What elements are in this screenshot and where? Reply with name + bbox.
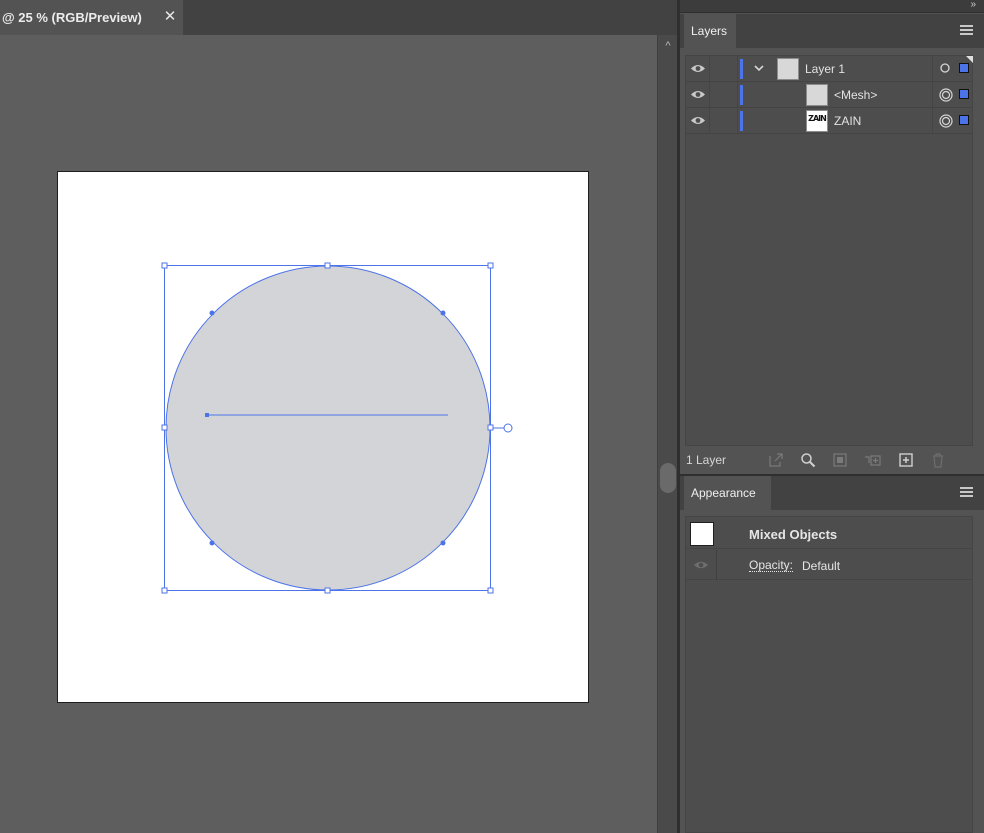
layers-footer: 1 Layer: [680, 446, 984, 474]
appearance-object-row[interactable]: Mixed Objects: [686, 517, 972, 549]
document-tab-bar: @ 25 % (RGB/Preview) ✕: [0, 0, 677, 35]
layer-thumbnail: [777, 58, 799, 80]
new-layer-icon[interactable]: [897, 451, 915, 469]
mesh-thumbnail: [806, 84, 828, 106]
visibility-toggle[interactable]: [686, 108, 710, 133]
delete-icon[interactable]: [929, 451, 947, 469]
new-sublayer-icon[interactable]: [863, 451, 881, 469]
bbox-handle-bottom-right: [487, 587, 494, 594]
appearance-panel-menu-icon[interactable]: [960, 487, 973, 498]
shape-widget-handle: [503, 423, 513, 433]
layer-row-layer-1[interactable]: Layer 1: [686, 56, 973, 82]
layers-list: Layer 1 <Mesh> ZAIN ZAIN: [685, 55, 973, 446]
artwork[interactable]: [58, 172, 588, 702]
chevron-down-icon[interactable]: [752, 61, 766, 75]
layer-color-indicator: [740, 59, 743, 79]
appearance-opacity-row[interactable]: Opacity: Default: [686, 550, 972, 580]
anchor-point: [440, 540, 446, 546]
anchor-point: [209, 310, 215, 316]
bbox-handle-top-center: [324, 262, 331, 269]
lock-toggle[interactable]: [710, 108, 738, 133]
current-layer-indicator: [966, 56, 973, 63]
opacity-value: Default: [802, 559, 841, 573]
target-double-circle-icon[interactable]: [939, 88, 953, 102]
vertical-scrollbar[interactable]: ^: [657, 35, 677, 833]
bbox-handle-middle-right: [487, 424, 494, 431]
target-cell: [932, 108, 972, 133]
scroll-thumb[interactable]: [660, 463, 676, 493]
dock-collapse-bar[interactable]: »: [680, 0, 984, 13]
layer-color-indicator: [740, 85, 743, 105]
visibility-toggle[interactable]: [686, 82, 710, 107]
layers-panel-header: Layers: [680, 14, 984, 48]
tab-layers[interactable]: Layers: [684, 14, 736, 48]
make-clipping-mask-icon[interactable]: [831, 451, 849, 469]
bbox-handle-middle-left: [161, 424, 168, 431]
layer-row-mesh[interactable]: <Mesh>: [686, 82, 972, 108]
selection-indicator[interactable]: [959, 89, 969, 99]
layer-row-zain[interactable]: ZAIN ZAIN: [686, 108, 972, 134]
layers-panel-menu-icon[interactable]: [960, 25, 973, 36]
bbox-handle-top-right: [487, 262, 494, 269]
eye-icon: [691, 117, 705, 124]
lock-toggle[interactable]: [710, 82, 738, 107]
layer-name[interactable]: ZAIN: [834, 114, 861, 128]
layer-name[interactable]: <Mesh>: [834, 88, 877, 102]
export-icon[interactable]: [767, 451, 785, 469]
bbox-handle-bottom-center: [324, 587, 331, 594]
object-type-label: Mixed Objects: [749, 527, 838, 542]
mesh-line-endpoint: [205, 413, 209, 417]
collapse-panels-icon[interactable]: »: [970, 0, 975, 10]
eye-icon: [691, 91, 705, 98]
opacity-link[interactable]: Opacity:: [749, 559, 794, 572]
eye-icon: [694, 561, 708, 569]
selection-indicator[interactable]: [959, 63, 969, 73]
target-circle-icon[interactable]: [939, 62, 951, 74]
right-panel-dock: » Layers Layer 1 <Mesh> ZAIN ZAIN 1 Laye…: [680, 0, 984, 833]
lock-toggle[interactable]: [710, 56, 738, 81]
close-tab-icon[interactable]: ✕: [163, 8, 177, 26]
target-cell: [932, 82, 972, 107]
search-icon[interactable]: [799, 451, 817, 469]
artboard[interactable]: [57, 171, 589, 703]
layers-count: 1 Layer: [686, 453, 727, 467]
anchor-point: [440, 310, 446, 316]
scroll-up-icon[interactable]: ^: [660, 39, 676, 53]
layer-color-indicator: [740, 111, 743, 131]
selection-indicator[interactable]: [959, 115, 969, 125]
object-swatch: [690, 522, 714, 546]
appearance-body: Mixed Objects Opacity: Default: [685, 516, 973, 833]
target-double-circle-icon[interactable]: [939, 114, 953, 128]
tab-appearance[interactable]: Appearance: [684, 476, 771, 510]
eye-icon: [691, 65, 705, 72]
canvas-area[interactable]: [0, 35, 657, 833]
zain-thumbnail: ZAIN: [806, 110, 828, 132]
visibility-toggle[interactable]: [686, 56, 710, 81]
bbox-handle-bottom-left: [161, 587, 168, 594]
opacity-visibility-toggle[interactable]: [686, 550, 717, 580]
document-tab-title: @ 25 % (RGB/Preview): [2, 10, 142, 25]
bbox-handle-top-left: [161, 262, 168, 269]
layer-name[interactable]: Layer 1: [805, 62, 845, 76]
document-tab[interactable]: @ 25 % (RGB/Preview) ✕: [0, 0, 183, 35]
appearance-panel-header: Appearance: [680, 476, 984, 510]
anchor-point: [209, 540, 215, 546]
